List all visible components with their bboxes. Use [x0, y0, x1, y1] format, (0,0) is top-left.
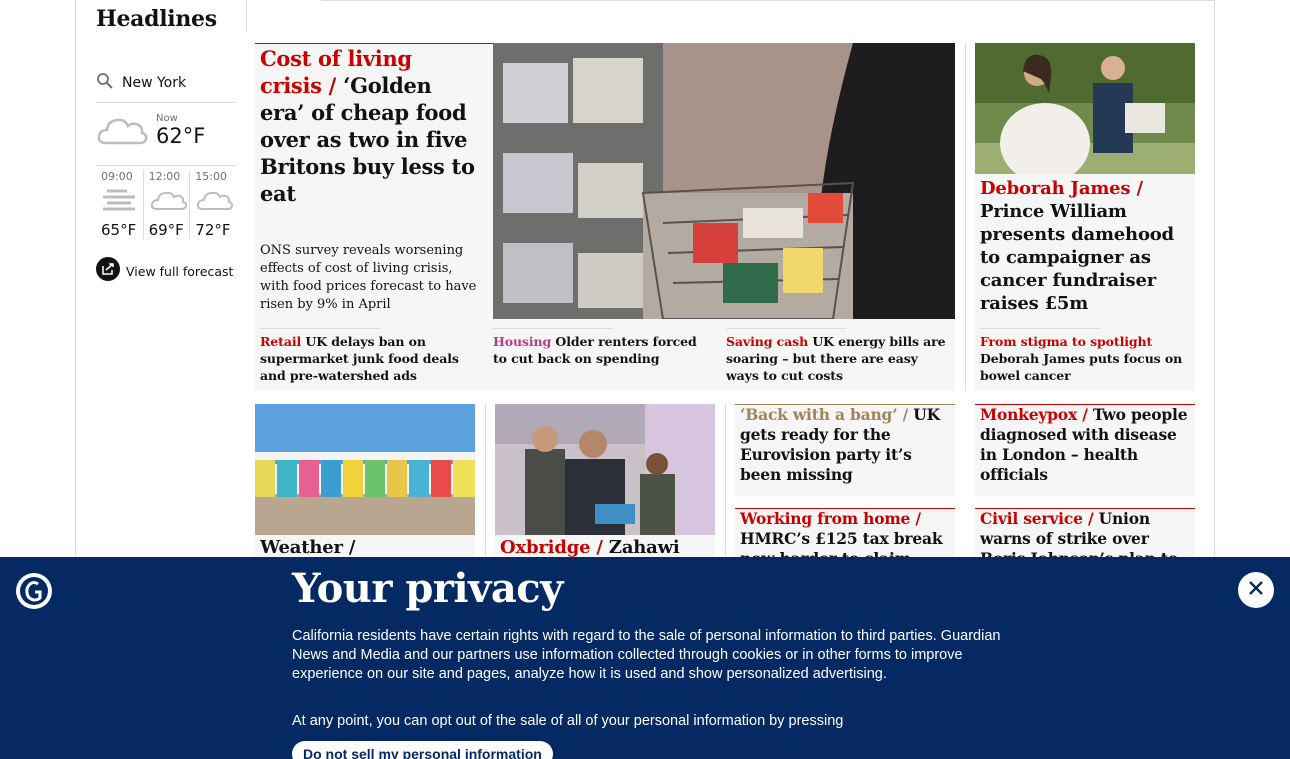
sub-kicker[interactable]: Saving cash: [726, 334, 808, 349]
hour-time: 09:00: [101, 170, 133, 183]
beach-huts-image[interactable]: [255, 404, 475, 535]
hourly-forecast: 09:00 65°F 12:00 69°F 15:00 72°F: [96, 166, 236, 239]
deborah-headline-text[interactable]: Prince William presents damehood to camp…: [980, 201, 1174, 314]
top-rule: [321, 0, 1214, 1]
sub-rule: [493, 328, 613, 329]
guardian-logo-icon: [16, 573, 52, 609]
cloud-icon: [195, 191, 235, 221]
sub-rule: [260, 328, 380, 329]
do-not-sell-button[interactable]: Do not sell my personal information: [292, 741, 553, 759]
cloud-icon: [96, 113, 148, 153]
section-title: Headlines: [96, 6, 217, 32]
now-label: Now: [156, 113, 178, 124]
lead-image[interactable]: [493, 43, 955, 319]
monkeypox-card[interactable]: Monkeypox / Two people diagnosed with di…: [975, 404, 1195, 496]
weather-widget: New York Now 62°F 09:00 65°F 12:00 69°F …: [96, 72, 236, 285]
hour-temp: 65°F: [101, 221, 137, 239]
privacy-title: Your privacy: [292, 565, 563, 612]
view-forecast-link[interactable]: View full forecast: [96, 257, 236, 285]
deborah-james-card[interactable]: Deborah James / Prince William presents d…: [975, 43, 1195, 391]
column-separator: [725, 404, 726, 564]
wfh-kicker[interactable]: Working from home: [740, 509, 910, 528]
eurovision-headline[interactable]: ‘Back with a bang’ / UK gets ready for t…: [740, 405, 950, 485]
oxbridge-story-card[interactable]: Oxbridge / Zahawi: [495, 404, 715, 564]
sub-link-housing[interactable]: Housing Older renters forced to cut back…: [493, 328, 713, 367]
lead-story-card[interactable]: Cost of living crisis / ‘Golden era’ of …: [255, 43, 955, 391]
deborah-james-image[interactable]: [975, 43, 1195, 174]
sub-link-saving[interactable]: Saving cash UK energy bills are soaring …: [726, 328, 951, 384]
sub-kicker[interactable]: From stigma to spotlight: [980, 334, 1152, 349]
eurovision-kicker[interactable]: ‘Back with a bang’: [740, 405, 898, 424]
hour-forecast: 15:00 72°F: [189, 170, 236, 239]
hour-forecast: 09:00 65°F: [96, 170, 143, 239]
privacy-body: California residents have certain rights…: [292, 628, 1001, 682]
monkeypox-kicker[interactable]: Monkeypox: [980, 405, 1077, 424]
eurovision-card[interactable]: ‘Back with a bang’ / UK gets ready for t…: [735, 404, 955, 496]
deborah-kicker[interactable]: Deborah James: [980, 178, 1131, 199]
oxbridge-kicker[interactable]: Oxbridge /: [500, 537, 603, 558]
current-weather: Now 62°F: [96, 103, 236, 166]
kicker-separator: /: [910, 509, 921, 528]
fog-icon: [101, 189, 141, 221]
hour-temp: 72°F: [195, 221, 231, 239]
weather-story-card[interactable]: Weather /: [255, 404, 475, 564]
sub-link-deborah[interactable]: From stigma to spotlight Deborah James pu…: [980, 328, 1185, 384]
privacy-banner: Your privacy California residents have c…: [0, 557, 1290, 759]
forecast-link-label[interactable]: View full forecast: [126, 264, 233, 279]
hour-temp: 69°F: [148, 221, 184, 239]
external-link-icon[interactable]: [96, 257, 120, 285]
sub-link-retail[interactable]: Retail UK delays ban on supermarket junk…: [260, 328, 480, 384]
kicker-separator: /: [1077, 405, 1093, 424]
kicker-separator: /: [1130, 178, 1143, 199]
location-search[interactable]: New York: [96, 72, 236, 103]
hour-forecast: 12:00 69°F: [142, 170, 190, 239]
sub-rule: [726, 328, 846, 329]
close-icon[interactable]: [1247, 579, 1265, 601]
kicker-separator: /: [321, 73, 344, 98]
oxbridge-headline-text[interactable]: Zahawi: [609, 537, 680, 558]
privacy-body-2: At any point, you can opt out of the sal…: [292, 713, 844, 729]
sub-kicker[interactable]: Retail: [260, 334, 301, 349]
now-temperature: 62°F: [156, 124, 206, 148]
weather-kicker[interactable]: Weather /: [260, 537, 470, 559]
close-button[interactable]: [1238, 572, 1274, 608]
sub-text[interactable]: Deborah James puts focus on bowel cancer: [980, 351, 1182, 383]
column-separator: [965, 43, 966, 391]
cloud-icon: [149, 191, 189, 221]
zahawi-school-image[interactable]: [495, 404, 715, 535]
column-separator: [485, 404, 486, 564]
lead-headline[interactable]: Cost of living crisis / ‘Golden era’ of …: [260, 45, 480, 207]
hour-time: 12:00: [148, 170, 181, 183]
kicker-separator: /: [1082, 509, 1099, 528]
monkeypox-headline[interactable]: Monkeypox / Two people diagnosed with di…: [980, 405, 1190, 485]
sub-kicker[interactable]: Housing: [493, 334, 551, 349]
kicker-separator: /: [897, 405, 914, 424]
column-divider: [246, 0, 247, 32]
search-icon[interactable]: [96, 72, 114, 94]
oxbridge-headline[interactable]: Oxbridge / Zahawi: [500, 537, 710, 559]
location-name[interactable]: New York: [122, 75, 186, 91]
hour-time: 15:00: [195, 170, 227, 183]
sub-rule: [980, 328, 1100, 329]
civil-service-kicker[interactable]: Civil service: [980, 509, 1083, 528]
deborah-headline[interactable]: Deborah James / Prince William presents d…: [980, 177, 1190, 315]
lead-standfirst: ONS survey reveals worsening effects of …: [260, 243, 477, 312]
